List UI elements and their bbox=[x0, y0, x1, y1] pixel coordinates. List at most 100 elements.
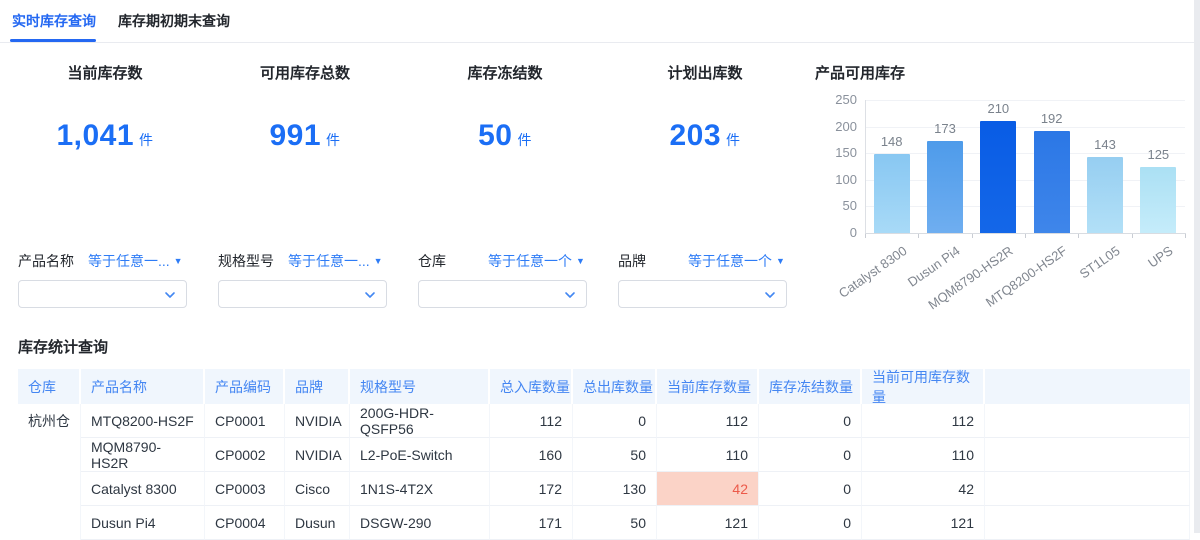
cell-warehouse bbox=[18, 472, 81, 506]
y-gridline bbox=[865, 206, 1185, 208]
kpi-label: 当前库存数 bbox=[67, 65, 143, 82]
y-gridline bbox=[865, 179, 1185, 181]
kpi-value: 203 件 bbox=[669, 119, 741, 152]
filter-brand: 品牌 等于任意一个 ▼ bbox=[618, 250, 787, 308]
table-body: 杭州仓 MTQ8200-HS2F CP0001 NVIDIA 200G-HDR-QSFP… bbox=[18, 404, 1190, 540]
table-cell: 121 bbox=[657, 506, 759, 540]
table-cell: 1N1S-4T2X bbox=[350, 472, 490, 506]
vertical-scrollbar[interactable] bbox=[1194, 0, 1200, 533]
y-gridline bbox=[865, 100, 1185, 101]
bar bbox=[1140, 166, 1177, 233]
table-cell: 172 bbox=[490, 472, 573, 506]
table-row: 杭州仓 MTQ8200-HS2F CP0001 NVIDIA 200G-HDR-QSFP… bbox=[18, 404, 1190, 438]
table-cell: 0 bbox=[759, 404, 862, 438]
table-cell: CP0001 bbox=[205, 404, 285, 438]
table-cell: 42 bbox=[862, 472, 985, 506]
y-gridline bbox=[865, 126, 1185, 128]
table-row: MQM8790-HS2R CP0002 NVIDIA L2-PoE-Switch 160… bbox=[18, 438, 1190, 472]
col-header-filler bbox=[985, 369, 1190, 404]
x-axis-label: Catalyst 8300 bbox=[835, 243, 910, 301]
table-cell: MQM8790-HS2R bbox=[81, 438, 205, 472]
bar-value-label: 143 bbox=[1094, 136, 1116, 152]
cell-filler bbox=[985, 506, 1190, 540]
table-cell: CP0003 bbox=[205, 472, 285, 506]
table-cell: 112 bbox=[862, 404, 985, 438]
table-cell: Catalyst 8300 bbox=[81, 472, 205, 506]
filter-warehouse: 仓库 等于任意一个 ▼ bbox=[418, 250, 587, 308]
chart-title: 产品可用库存 bbox=[815, 65, 906, 82]
table-cell: DSGW-290 bbox=[350, 506, 490, 540]
kpi-label: 库存冻结数 bbox=[467, 65, 543, 82]
col-header-product-code: 产品编码 bbox=[205, 369, 285, 404]
col-header-current-stock: 当前库存数量 bbox=[657, 369, 759, 404]
caret-down-icon: ▼ bbox=[173, 256, 183, 266]
x-axis-tick bbox=[865, 234, 866, 238]
table-cell: 50 bbox=[573, 438, 657, 472]
table-cell: Cisco bbox=[285, 472, 350, 506]
active-tab-underline bbox=[10, 39, 96, 42]
table-cell: 0 bbox=[759, 506, 862, 540]
filter-operator[interactable]: 等于任意一个 ▼ bbox=[688, 251, 785, 271]
x-axis-tick bbox=[1131, 234, 1133, 238]
chevron-down-icon bbox=[565, 292, 575, 298]
table-cell: 130 bbox=[573, 472, 657, 506]
bar bbox=[1033, 130, 1070, 233]
table-cell: 0 bbox=[759, 472, 862, 506]
table-cell: CP0002 bbox=[205, 438, 285, 472]
bar bbox=[873, 154, 910, 233]
filter-spec-model: 规格型号 等于任意一... ▼ bbox=[218, 250, 387, 308]
table-cell: CP0004 bbox=[205, 506, 285, 540]
col-header-spec-model: 规格型号 bbox=[350, 369, 490, 404]
bar-value-label: 173 bbox=[934, 120, 956, 136]
chevron-down-icon bbox=[165, 292, 175, 298]
table-cell: L2-PoE-Switch bbox=[350, 438, 490, 472]
table-cell: 112 bbox=[490, 404, 573, 438]
kpi-value: 50 件 bbox=[478, 119, 532, 152]
spec-model-select[interactable] bbox=[218, 280, 387, 308]
table-cell: MTQ8200-HS2F bbox=[81, 404, 205, 438]
table-cell: 42 bbox=[657, 472, 759, 506]
table-cell: 160 bbox=[490, 438, 573, 472]
kpi-unit: 件 bbox=[139, 132, 154, 148]
kpi-value: 1,041 件 bbox=[56, 119, 154, 152]
caret-down-icon: ▼ bbox=[373, 256, 383, 266]
kpi-unit: 件 bbox=[726, 132, 741, 148]
product-name-select[interactable] bbox=[18, 280, 187, 308]
table-cell: Dusun bbox=[285, 506, 350, 540]
brand-select[interactable] bbox=[618, 280, 787, 308]
y-axis-line bbox=[865, 100, 866, 233]
x-axis-tick bbox=[1078, 234, 1080, 238]
col-header-warehouse: 仓库 bbox=[18, 369, 81, 404]
table-cell: 50 bbox=[573, 506, 657, 540]
kpi-planned-outbound: 计划出库数 203 件 bbox=[610, 62, 800, 153]
filter-operator[interactable]: 等于任意一... ▼ bbox=[288, 251, 383, 271]
y-axis-label: 150 bbox=[835, 145, 857, 161]
kpi-unit: 件 bbox=[517, 132, 532, 148]
x-axis-label: UPS bbox=[1145, 243, 1176, 271]
table-cell: 121 bbox=[862, 506, 985, 540]
y-axis-label: 50 bbox=[842, 198, 857, 214]
filter-label: 仓库 bbox=[418, 253, 446, 269]
y-axis-label: 100 bbox=[835, 171, 857, 187]
col-header-total-out: 总出库数量 bbox=[573, 369, 657, 404]
tab-realtime-inventory[interactable]: 实时库存查询 bbox=[12, 0, 96, 42]
table-header-row: 仓库 产品名称 产品编码 品牌 规格型号 总入库数量 总出库数量 当前库存数量 … bbox=[18, 369, 1190, 405]
filter-label: 品牌 bbox=[618, 253, 646, 269]
col-header-frozen-stock: 库存冻结数量 bbox=[759, 369, 862, 404]
tab-period-inventory[interactable]: 库存期初期末查询 bbox=[118, 0, 230, 42]
cell-filler bbox=[985, 404, 1190, 438]
filter-product-name: 产品名称 等于任意一... ▼ bbox=[18, 250, 187, 308]
kpi-label: 可用库存总数 bbox=[259, 65, 350, 82]
col-header-product-name: 产品名称 bbox=[81, 369, 205, 404]
cell-warehouse: 杭州仓 bbox=[18, 404, 81, 438]
kpi-available-stock: 可用库存总数 991 件 bbox=[210, 62, 400, 153]
filter-operator[interactable]: 等于任意一... ▼ bbox=[88, 251, 183, 271]
chevron-down-icon bbox=[365, 292, 375, 298]
warehouse-select[interactable] bbox=[418, 280, 587, 308]
filter-label: 产品名称 bbox=[18, 253, 74, 269]
col-header-available-stock: 当前可用库存数量 bbox=[862, 369, 985, 405]
filter-operator[interactable]: 等于任意一个 ▼ bbox=[488, 251, 585, 271]
cell-filler bbox=[985, 472, 1190, 506]
x-axis-tick bbox=[1025, 234, 1026, 238]
table-row: Catalyst 8300 CP0003 Cisco 1N1S-4T2X 172 130 4… bbox=[18, 472, 1190, 506]
